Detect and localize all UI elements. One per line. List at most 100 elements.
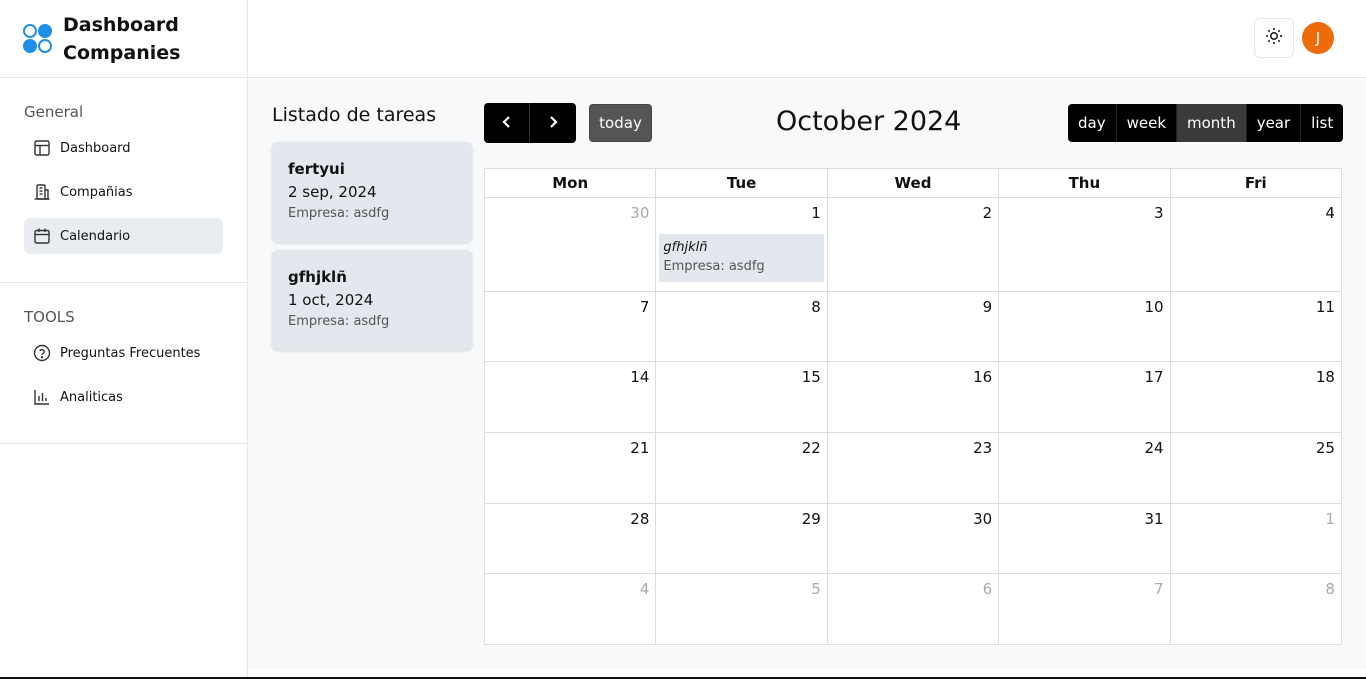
day-number[interactable]: 7 [640,298,650,316]
day-number[interactable]: 10 [1144,298,1163,316]
day-number[interactable]: 15 [802,368,821,386]
next-button[interactable] [530,103,576,143]
top-bar: J [248,0,1366,78]
calendar-grid: Mon Tue Wed Thu Fri 30 1 gfhjklñ Empresa: a… [484,168,1342,645]
theme-toggle-button[interactable] [1254,18,1294,58]
day-number[interactable]: 29 [802,510,821,528]
day-number[interactable]: 28 [630,510,649,528]
day-number[interactable]: 14 [630,368,649,386]
weekday-header: Fri [1170,169,1342,198]
day-number[interactable]: 4 [1325,204,1335,222]
day-number[interactable]: 2 [983,204,993,222]
sidebar-item-dashboard[interactable]: Dashboard [24,130,223,166]
view-switcher: day week month year list [1068,104,1344,142]
day-cell[interactable]: 30 [485,198,657,292]
view-list-button[interactable]: list [1301,104,1343,142]
day-number[interactable]: 6 [983,580,993,598]
sidebar-item-companias[interactable]: Compañias [24,174,223,210]
day-number[interactable]: 16 [973,368,992,386]
day-number[interactable]: 23 [973,439,992,457]
day-cell[interactable]: 8 [656,292,828,362]
day-number[interactable]: 21 [630,439,649,457]
day-cell[interactable]: 4 [485,574,657,645]
view-week-button[interactable]: week [1117,104,1178,142]
day-cell[interactable]: 16 [827,362,1000,433]
task-card[interactable]: fertyui 2 sep, 2024 Empresa: asdfg [272,142,472,242]
day-cell[interactable]: 31 [999,504,1171,574]
day-number[interactable]: 3 [1154,204,1164,222]
chevron-left-icon [500,114,514,133]
sidebar-item-preguntas-frecuentes[interactable]: Preguntas Frecuentes [24,335,223,371]
calendar-event[interactable]: gfhjklñ Empresa: asdfg [659,234,825,282]
event-company: Empresa: asdfg [663,259,765,274]
day-number[interactable]: 25 [1316,439,1335,457]
day-number[interactable]: 11 [1316,298,1335,316]
day-cell[interactable]: 11 [1170,292,1342,362]
day-number[interactable]: 7 [1154,580,1164,598]
sidebar-item-calendario[interactable]: Calendario [24,218,223,254]
day-cell[interactable]: 21 [485,433,657,504]
logo-icon [23,23,55,55]
sidebar-item-label: Compañias [60,184,133,200]
day-number[interactable]: 1 [1325,510,1335,528]
prev-button[interactable] [484,103,530,143]
today-button[interactable]: today [589,104,652,142]
week-row: 28 29 30 31 1 [485,504,1342,574]
weekday-header: Tue [656,169,828,198]
day-number[interactable]: 1 [811,204,821,222]
avatar[interactable]: J [1302,22,1334,54]
day-number[interactable]: 31 [1144,510,1163,528]
bar-chart-icon [33,388,51,406]
day-cell[interactable]: 8 [1170,574,1342,645]
brand[interactable]: Dashboard Companies [0,0,247,78]
day-cell[interactable]: 6 [827,574,1000,645]
day-cell[interactable]: 10 [999,292,1171,362]
day-cell[interactable]: 15 [656,362,828,433]
day-number[interactable]: 30 [973,510,992,528]
day-number[interactable]: 8 [811,298,821,316]
day-cell[interactable]: 18 [1170,362,1342,433]
day-cell[interactable]: 24 [999,433,1171,504]
day-cell[interactable]: 7 [999,574,1171,645]
day-cell[interactable]: 25 [1170,433,1342,504]
weekday-header-row: Mon Tue Wed Thu Fri [485,169,1342,198]
help-circle-icon [33,344,51,362]
day-number[interactable]: 18 [1316,368,1335,386]
view-year-button[interactable]: year [1247,104,1302,142]
calendar-title: October 2024 [776,106,962,137]
day-number[interactable]: 24 [1144,439,1163,457]
day-number[interactable]: 4 [640,580,650,598]
event-title: gfhjklñ [663,240,708,255]
day-number[interactable]: 5 [811,580,821,598]
task-card[interactable]: gfhjklñ 1 oct, 2024 Empresa: asdfg [272,250,472,350]
brand-line-2: Companies [63,41,181,64]
week-row: 14 15 16 17 18 [485,362,1342,433]
day-cell[interactable]: 1 gfhjklñ Empresa: asdfg [656,198,828,292]
day-number[interactable]: 9 [983,298,993,316]
day-cell[interactable]: 9 [827,292,1000,362]
day-cell[interactable]: 2 [827,198,1000,292]
day-cell[interactable]: 1 [1170,504,1342,574]
section-title-tools: TOOLS [24,308,75,326]
day-cell[interactable]: 23 [827,433,1000,504]
day-cell[interactable]: 28 [485,504,657,574]
day-number[interactable]: 30 [630,204,649,222]
day-number[interactable]: 8 [1325,580,1335,598]
day-cell[interactable]: 22 [656,433,828,504]
day-number[interactable]: 22 [802,439,821,457]
view-day-button[interactable]: day [1068,104,1117,142]
day-cell[interactable]: 14 [485,362,657,433]
day-cell[interactable]: 7 [485,292,657,362]
day-cell[interactable]: 30 [827,504,1000,574]
week-row: 30 1 gfhjklñ Empresa: asdfg 2 3 4 [485,198,1342,292]
day-number[interactable]: 17 [1144,368,1163,386]
sidebar-item-analiticas[interactable]: Analiticas [24,379,223,415]
day-cell[interactable]: 5 [656,574,828,645]
day-cell[interactable]: 4 [1170,198,1342,292]
day-cell[interactable]: 29 [656,504,828,574]
day-cell[interactable]: 17 [999,362,1171,433]
view-month-button[interactable]: month [1177,104,1247,142]
calendar-weeks: 30 1 gfhjklñ Empresa: asdfg 2 3 4 7 8 9 10 11 14 15 16… [485,198,1342,645]
week-row: 21 22 23 24 25 [485,433,1342,504]
day-cell[interactable]: 3 [999,198,1171,292]
